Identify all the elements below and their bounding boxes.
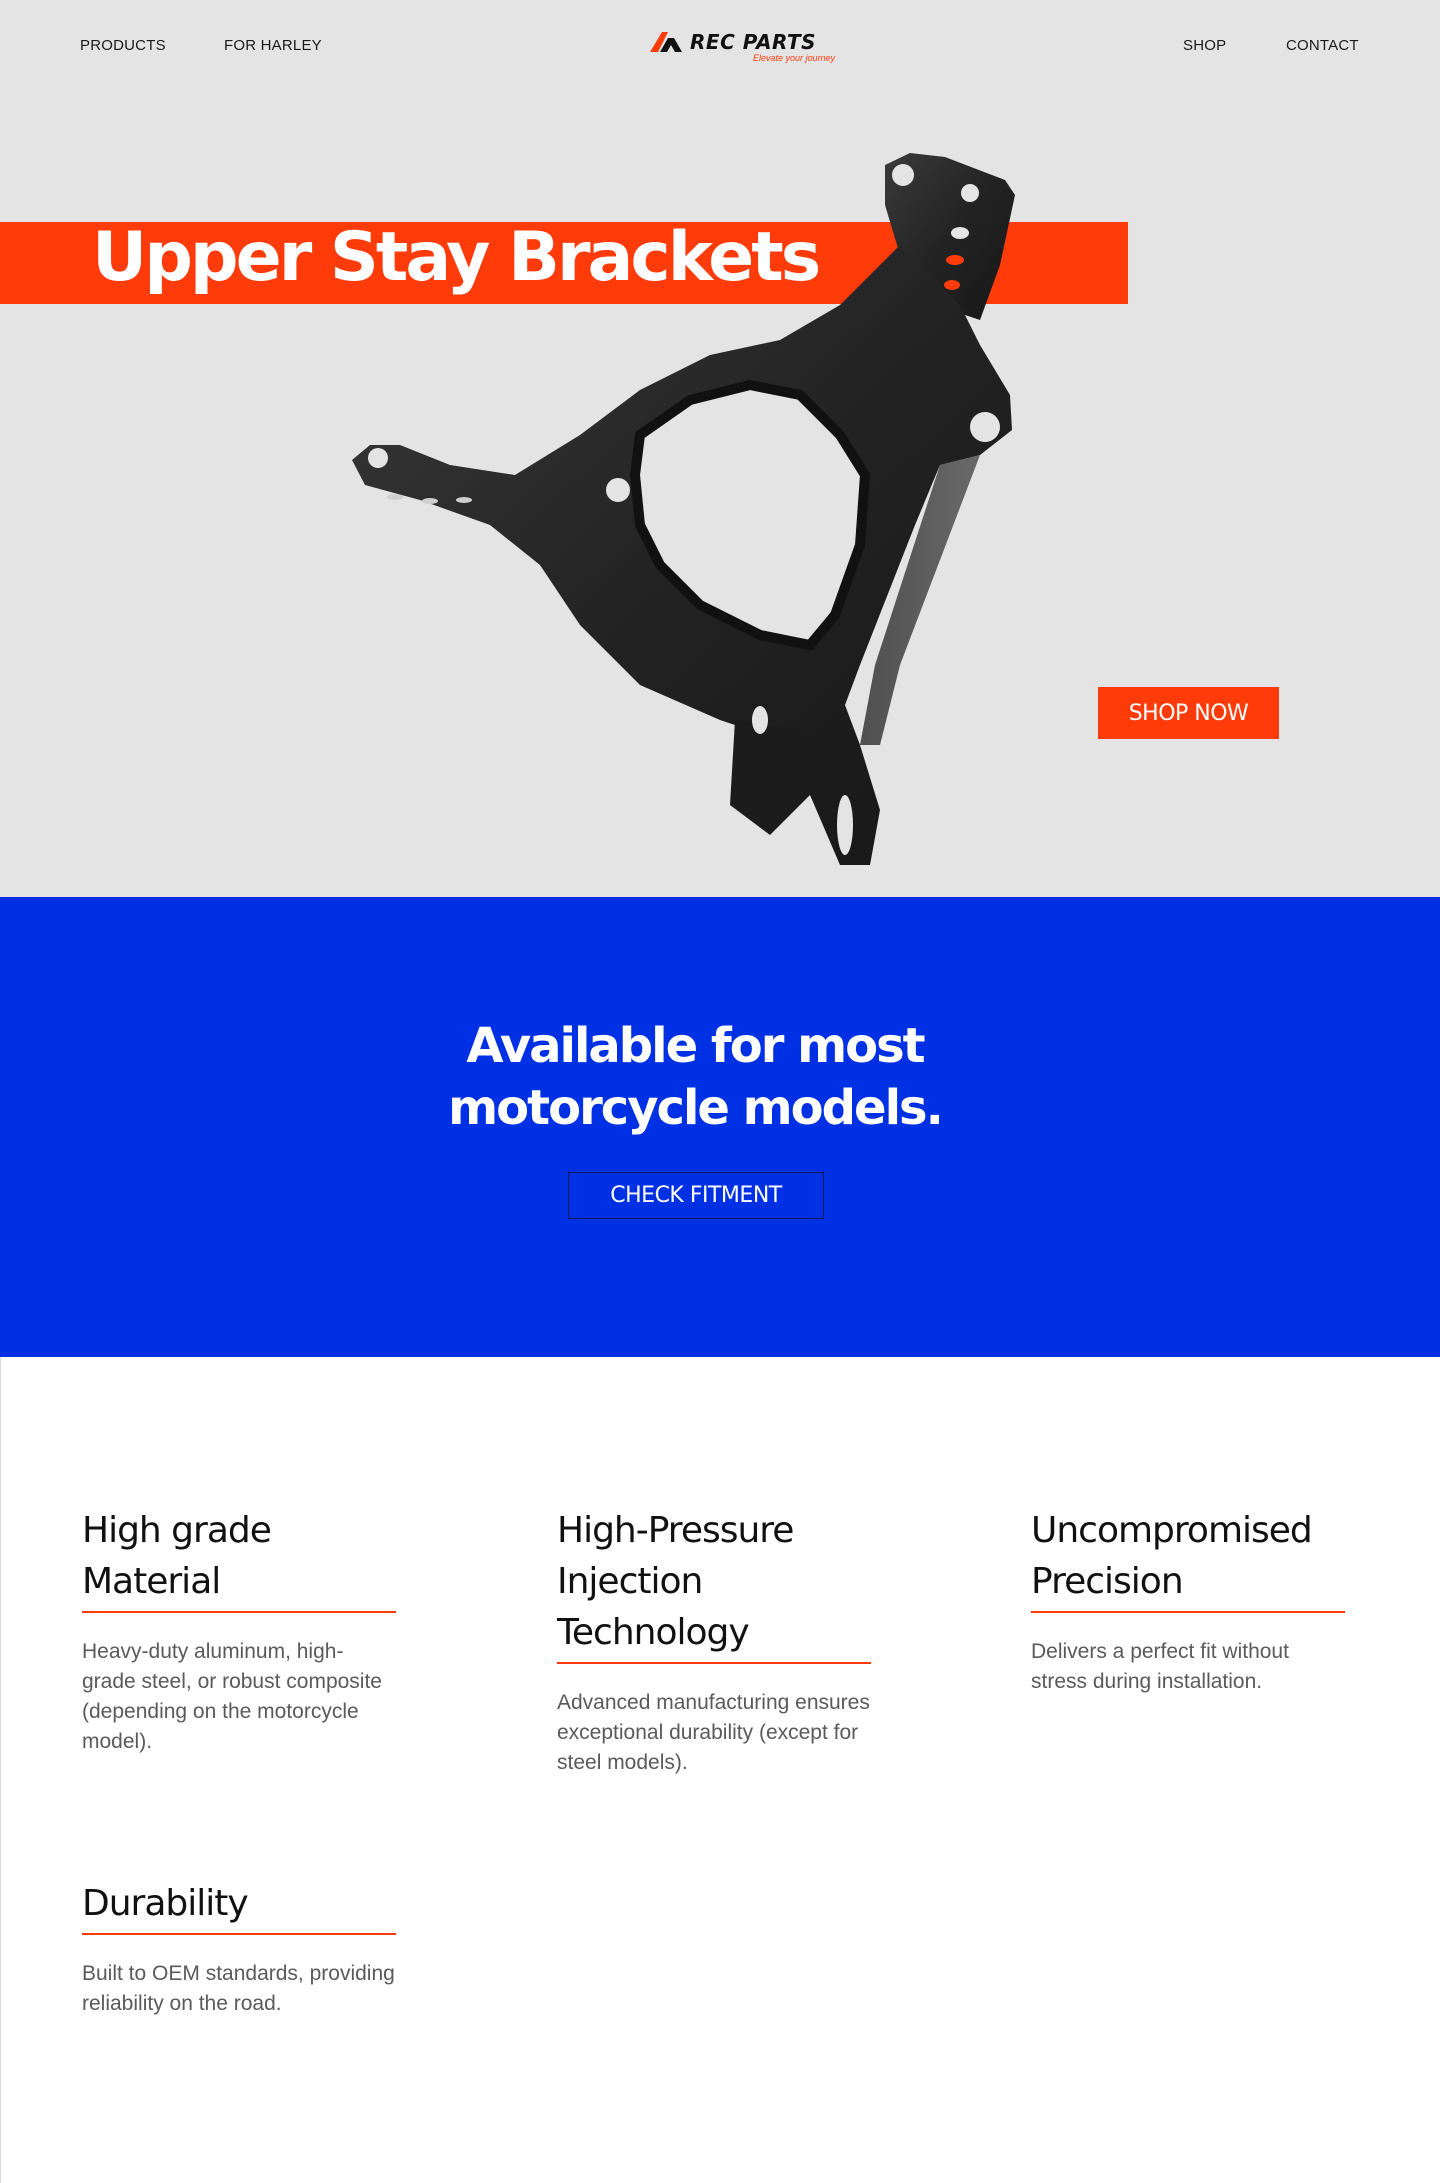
fitment-title: Available for most motorcycle models. [0, 1015, 1390, 1139]
feature-item: High-Pressure Injection Technology Advan… [557, 1505, 871, 1778]
nav-products[interactable]: PRODUCTS [80, 37, 166, 54]
fitment-title-line1: Available for most [466, 1018, 925, 1074]
feature-title: High-Pressure Injection Technology [557, 1505, 871, 1664]
shop-now-button[interactable]: SHOP NOW [1098, 687, 1279, 739]
logo-tagline: Elevate your journey [753, 53, 836, 63]
fitment-title-line2: motorcycle models. [448, 1080, 944, 1136]
hero-title: Upper Stay Brackets [92, 218, 821, 297]
nav-contact[interactable]: CONTACT [1286, 37, 1359, 54]
logo-text: REC PARTS [690, 30, 817, 54]
feature-item: Durability Built to OEM standards, provi… [82, 1878, 396, 2019]
features-section: High grade Material Heavy-duty aluminum,… [0, 1357, 1440, 2183]
feature-text: Delivers a perfect fit without stress du… [1031, 1640, 1289, 1693]
nav-for-harley[interactable]: FOR HARLEY [224, 37, 322, 54]
logo-mark-icon [650, 32, 682, 52]
feature-item: High grade Material Heavy-duty aluminum,… [82, 1505, 396, 1757]
nav-shop[interactable]: SHOP [1183, 37, 1226, 54]
feature-title: High grade Material [82, 1505, 396, 1613]
hero-section: PRODUCTS FOR HARLEY REC PARTS Elevate yo… [0, 0, 1440, 897]
feature-title: Uncompromised Precision [1031, 1505, 1345, 1613]
feature-text: Advanced manufacturing ensures exception… [557, 1691, 870, 1774]
fitment-section: Available for most motorcycle models. CH… [0, 897, 1440, 1357]
feature-text: Heavy-duty aluminum, high-grade steel, o… [82, 1640, 382, 1753]
feature-text: Built to OEM standards, providing reliab… [82, 1962, 395, 2015]
feature-item: Uncompromised Precision Delivers a perfe… [1031, 1505, 1345, 1697]
feature-title: Durability [82, 1878, 396, 1935]
logo[interactable]: REC PARTS Elevate your journey [648, 28, 853, 68]
check-fitment-button[interactable]: CHECK FITMENT [568, 1172, 824, 1219]
